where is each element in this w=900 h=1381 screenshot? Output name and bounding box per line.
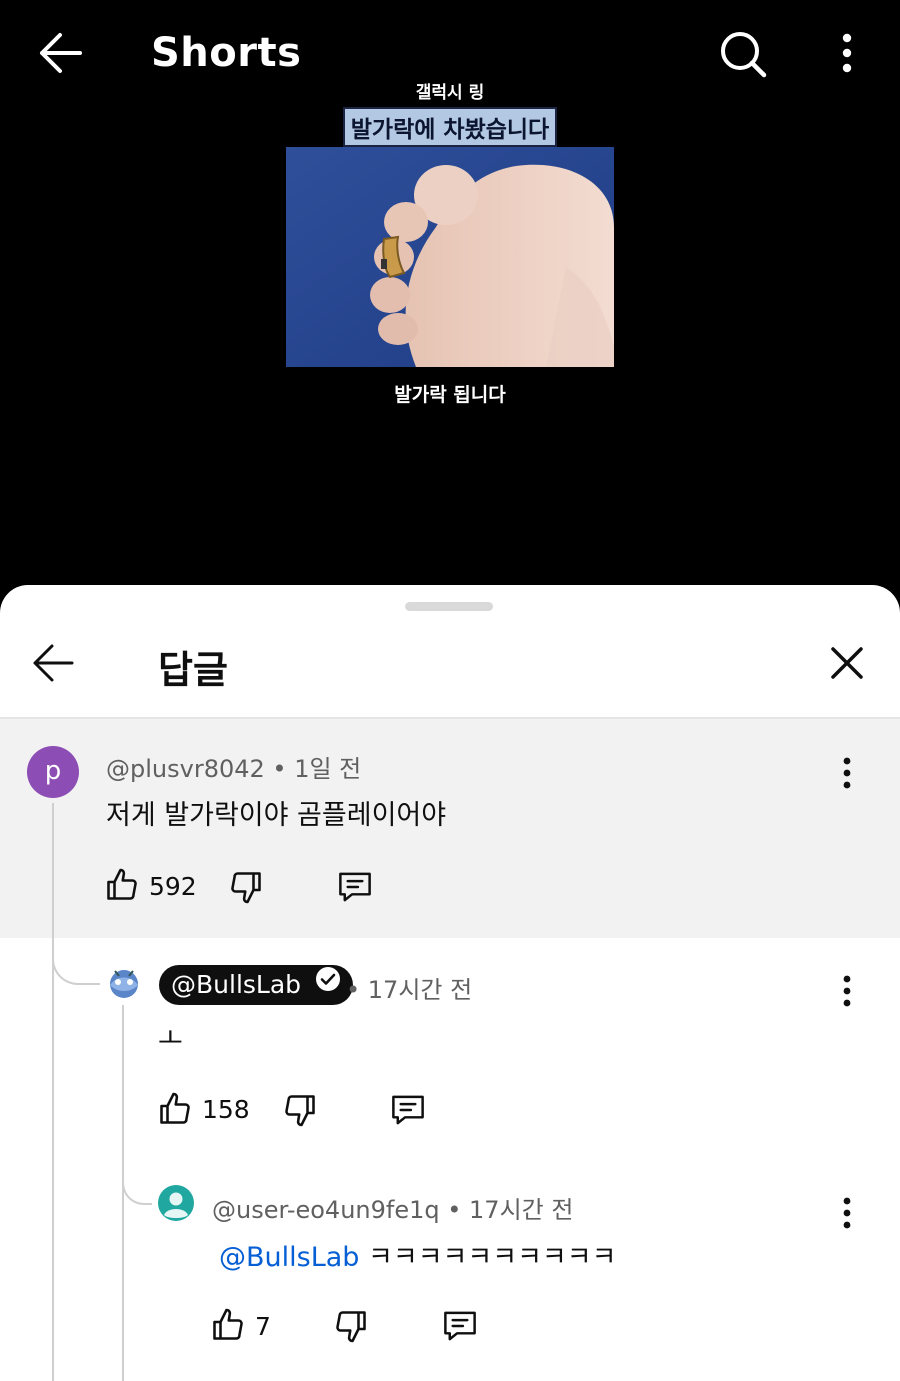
back-arrow-icon[interactable] xyxy=(32,643,76,683)
thread-line xyxy=(52,803,54,1381)
comment-more-icon[interactable] xyxy=(840,974,854,1008)
video-subtitle-small: 갤럭시 링 xyxy=(415,83,485,103)
comment-body: ㅋㅋㅋㅋㅋㅋㅋㅋㅋㅋ xyxy=(368,1242,617,1273)
thread-connector xyxy=(122,1155,152,1205)
replies-sheet: 답글 p @plusvr8042 • 1일 전 저게 발가락이야 곰플레이어야 … xyxy=(0,585,900,1381)
avatar[interactable] xyxy=(105,965,143,1001)
dislike-button[interactable] xyxy=(282,1092,318,1128)
sheet-title: 답글 xyxy=(158,648,228,692)
comment-meta: @plusvr8042 • 1일 전 xyxy=(106,749,361,784)
like-button[interactable] xyxy=(157,1091,193,1127)
comment-time: • 17시간 전 xyxy=(447,1196,574,1224)
comment-text: @BullsLab ㅋㅋㅋㅋㅋㅋㅋㅋㅋㅋ xyxy=(219,1235,616,1274)
reply-button[interactable] xyxy=(389,1092,427,1128)
like-button[interactable] xyxy=(104,867,140,903)
comment-author[interactable]: @plusvr8042 xyxy=(106,755,265,783)
sheet-header: 답글 xyxy=(0,625,900,719)
reply-button[interactable] xyxy=(336,869,374,905)
avatar[interactable] xyxy=(158,1185,194,1221)
like-count: 158 xyxy=(202,1095,250,1124)
channel-author-pill[interactable]: @BullsLab xyxy=(159,965,353,1005)
verified-check-icon xyxy=(315,964,341,1004)
dislike-button[interactable] xyxy=(228,869,264,905)
parent-comment: p @plusvr8042 • 1일 전 저게 발가락이야 곰플레이어야 592 xyxy=(0,719,900,938)
video-caption: 발가락 됩니다 xyxy=(394,384,506,406)
back-arrow-icon[interactable] xyxy=(38,32,84,74)
video-subtitle-main: 발가락에 차봤습니다 xyxy=(342,107,558,147)
drag-handle[interactable] xyxy=(405,602,493,611)
thread-connector xyxy=(52,925,100,985)
comment-text: ㅗ xyxy=(158,1024,183,1055)
search-icon[interactable] xyxy=(718,30,768,78)
video-subtitle: 갤럭시 링 발가락에 차봤습니다 xyxy=(0,78,900,147)
like-count: 592 xyxy=(149,872,197,901)
reply-button[interactable] xyxy=(441,1308,479,1344)
comment-text: 저게 발가락이야 곰플레이어야 xyxy=(106,800,447,831)
comment-meta: @user-eo4un9fe1q • 17시간 전 xyxy=(212,1190,573,1225)
like-count: 7 xyxy=(255,1312,271,1341)
mention-link[interactable]: @BullsLab xyxy=(219,1242,359,1273)
more-options-icon[interactable] xyxy=(830,30,864,78)
close-icon[interactable] xyxy=(829,645,865,681)
comment-time: • 17시간 전 xyxy=(346,976,473,1004)
comment-more-icon[interactable] xyxy=(840,756,854,790)
dislike-button[interactable] xyxy=(333,1308,369,1344)
comment-time: • 1일 전 xyxy=(272,755,362,783)
comment-more-icon[interactable] xyxy=(840,1196,854,1230)
avatar[interactable]: p xyxy=(27,746,79,798)
like-button[interactable] xyxy=(210,1307,246,1343)
comment-author: @BullsLab xyxy=(171,970,302,999)
page-title: Shorts xyxy=(151,30,302,76)
video-frame[interactable] xyxy=(286,147,614,367)
comment-author[interactable]: @user-eo4un9fe1q xyxy=(212,1196,440,1224)
